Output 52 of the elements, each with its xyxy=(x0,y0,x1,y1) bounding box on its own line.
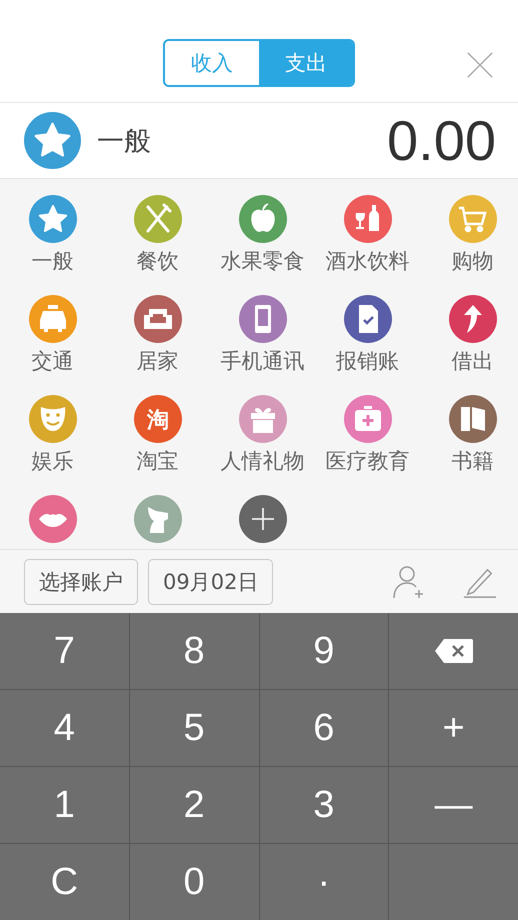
category-label: 借出 xyxy=(452,348,494,375)
medkit-icon[interactable] xyxy=(344,395,392,443)
keypad-key[interactable]: C xyxy=(0,844,129,920)
category-label: 书籍 xyxy=(452,448,494,475)
category-label: 报销账 xyxy=(336,348,399,375)
category-label: 水果零食 xyxy=(220,248,304,275)
taxi-icon[interactable] xyxy=(28,295,76,343)
drinks-icon[interactable] xyxy=(344,195,392,243)
smile-icon[interactable] xyxy=(28,395,76,443)
gift-icon[interactable] xyxy=(238,395,286,443)
category-label: 人情礼物 xyxy=(220,448,304,475)
account-button[interactable]: 选择账户 xyxy=(24,558,138,604)
keypad-key[interactable]: 9 xyxy=(260,613,388,689)
type-tab[interactable]: 支出 xyxy=(259,41,353,85)
date-button[interactable]: 09月02日 xyxy=(148,558,274,604)
plus-icon[interactable] xyxy=(238,495,286,543)
glyph-icon[interactable]: 淘 xyxy=(134,395,182,443)
cutlery-icon[interactable] xyxy=(134,195,182,243)
close-icon[interactable] xyxy=(466,51,494,79)
category-label: 购物 xyxy=(452,248,494,275)
keypad-key[interactable]: 7 xyxy=(0,613,129,689)
category-label: 手机通讯 xyxy=(220,348,304,375)
keypad-key[interactable]: + xyxy=(389,690,518,766)
category-label: 一般 xyxy=(32,248,74,275)
backspace-key[interactable] xyxy=(389,613,518,689)
keypad-key[interactable]: — xyxy=(389,767,518,843)
category-label: 居家 xyxy=(136,348,178,375)
phone-icon[interactable] xyxy=(238,295,286,343)
keypad-key[interactable]: 8 xyxy=(130,613,258,689)
keypad-key[interactable]: 3 xyxy=(260,767,388,843)
category-label: 娱乐 xyxy=(32,448,74,475)
cart-icon[interactable] xyxy=(448,195,496,243)
keypad-key[interactable]: 4 xyxy=(0,690,129,766)
category-label: 餐饮 xyxy=(136,248,178,275)
keypad-key[interactable]: 5 xyxy=(130,690,258,766)
category-label: 交通 xyxy=(32,348,74,375)
category-label: 医疗教育 xyxy=(326,448,410,475)
amount-display: 0.00 xyxy=(387,108,496,173)
add-person-icon[interactable] xyxy=(392,564,426,600)
backspace-icon xyxy=(434,638,474,664)
category-label: 酒水饮料 xyxy=(326,248,410,275)
lips-icon[interactable] xyxy=(28,495,76,543)
receipt-icon[interactable] xyxy=(344,295,392,343)
category-label: 淘宝 xyxy=(136,448,178,475)
book-icon[interactable] xyxy=(448,395,496,443)
keypad-key[interactable]: 0 xyxy=(130,844,258,920)
keypad-key[interactable]: 1 xyxy=(0,767,129,843)
keypad-key[interactable]: 6 xyxy=(260,690,388,766)
category-name: 一般 xyxy=(97,124,151,158)
keypad-key[interactable]: 2 xyxy=(130,767,258,843)
apple-icon[interactable] xyxy=(238,195,286,243)
keypad-key[interactable]: · xyxy=(260,844,388,920)
